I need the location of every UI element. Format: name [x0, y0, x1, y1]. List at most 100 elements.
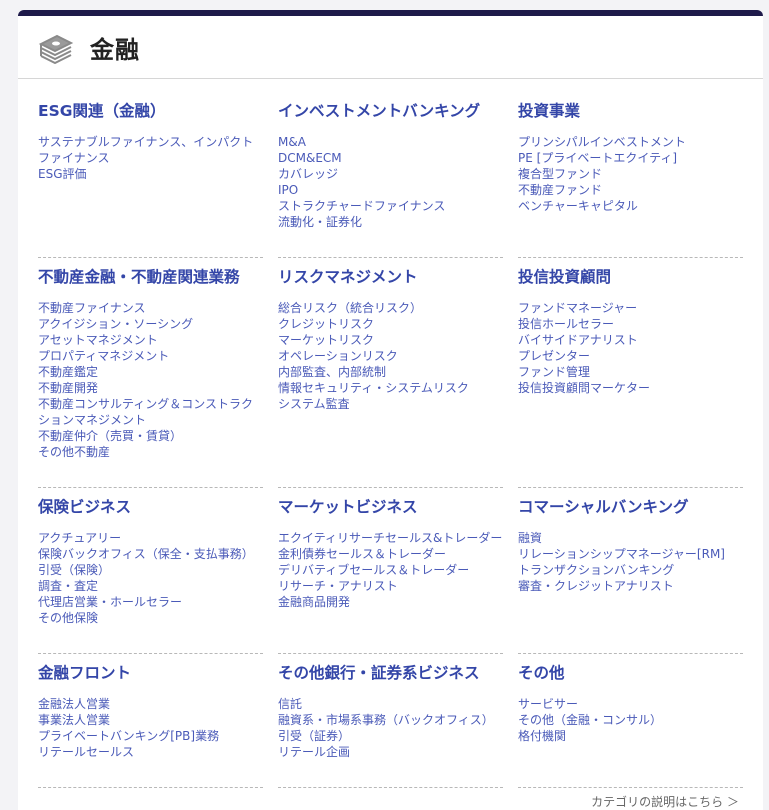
- category-item-link[interactable]: 引受（証券）: [278, 728, 503, 744]
- category-item-link[interactable]: 情報セキュリティ・システムリスク: [278, 380, 503, 396]
- category-item-list: M&A DCM&ECM カバレッジ IPO ストラクチャードファイナンス 流動化・証券化: [278, 134, 503, 230]
- category-item-link[interactable]: 不動産仲介（売買・賃貸）: [38, 428, 263, 444]
- category-item-list: サービサー その他（金融・コンサル） 格付機関: [518, 696, 743, 744]
- category-description-link[interactable]: カテゴリの説明はこちら ＞: [591, 793, 739, 810]
- category-item-link[interactable]: プライベートバンキング[PB]業務: [38, 728, 263, 744]
- category-item-link[interactable]: その他保険: [38, 610, 263, 626]
- category-item-link[interactable]: PE [プライベートエクイティ]: [518, 150, 743, 166]
- category-item-list: アクチュアリー 保険バックオフィス（保全・支払事務） 引受（保険） 調査・査定 代理店営…: [38, 530, 263, 626]
- category-item-link[interactable]: ESG評価: [38, 166, 263, 182]
- category-item-link[interactable]: ファンドマネージャー: [518, 300, 743, 316]
- category-item-link[interactable]: 流動化・証券化: [278, 214, 503, 230]
- category-item-link[interactable]: バイサイドアナリスト: [518, 332, 743, 348]
- category-section: 金融フロント 金融法人営業 事業法人営業 プライベートバンキング[PB]業務 リテールセ…: [38, 654, 263, 788]
- category-grid: ESG関連（金融） サステナブルファイナンス、インパクトファイナンス ESG評価 イン…: [38, 92, 743, 788]
- category-item-link[interactable]: システム監査: [278, 396, 503, 412]
- category-item-link[interactable]: 内部監査、内部統制: [278, 364, 503, 380]
- category-section: リスクマネジメント 総合リスク（統合リスク） クレジットリスク マーケットリスク オペレ…: [278, 258, 503, 488]
- category-item-link[interactable]: サステナブルファイナンス、インパクトファイナンス: [38, 134, 263, 166]
- category-item-link[interactable]: 事業法人営業: [38, 712, 263, 728]
- category-item-link[interactable]: DCM&ECM: [278, 150, 503, 166]
- category-title[interactable]: ESG関連（金融）: [38, 102, 263, 120]
- category-item-link[interactable]: アクチュアリー: [38, 530, 263, 546]
- category-item-link[interactable]: トランザクションバンキング: [518, 562, 743, 578]
- category-item-link[interactable]: 信託: [278, 696, 503, 712]
- category-section: その他銀行・証券系ビジネス 信託 融資系・市場系事務（バックオフィス） 引受（証券）リ…: [278, 654, 503, 788]
- category-item-link[interactable]: 金利債券セールス＆トレーダー: [278, 546, 503, 562]
- category-item-list: サステナブルファイナンス、インパクトファイナンス ESG評価: [38, 134, 263, 182]
- category-item-link[interactable]: 不動産鑑定: [38, 364, 263, 380]
- category-item-link[interactable]: ファンド管理: [518, 364, 743, 380]
- category-item-link[interactable]: マーケットリスク: [278, 332, 503, 348]
- category-item-link[interactable]: 引受（保険）: [38, 562, 263, 578]
- category-title[interactable]: コマーシャルバンキング: [518, 498, 743, 516]
- category-item-link[interactable]: IPO: [278, 182, 503, 198]
- category-item-link[interactable]: カバレッジ: [278, 166, 503, 182]
- category-item-link[interactable]: ストラクチャードファイナンス: [278, 198, 503, 214]
- category-item-link[interactable]: プリンシパルインベストメント: [518, 134, 743, 150]
- category-section: 投信投資顧問 ファンドマネージャー 投信ホールセラー バイサイドアナリスト プレゼンター…: [518, 258, 743, 488]
- category-item-link[interactable]: プレゼンター: [518, 348, 743, 364]
- category-section: マーケットビジネス エクイティリサーチセールス&トレーダー 金利債券セールス＆トレー…: [278, 488, 503, 654]
- category-item-list: 信託 融資系・市場系事務（バックオフィス） 引受（証券） リテール企画: [278, 696, 503, 760]
- category-item-list: エクイティリサーチセールス&トレーダー 金利債券セールス＆トレーダー デリバティブセ…: [278, 530, 503, 610]
- category-item-link[interactable]: 格付機関: [518, 728, 743, 744]
- category-item-link[interactable]: アセットマネジメント: [38, 332, 263, 348]
- category-section: インベストメントバンキング M&A DCM&ECM カバレッジ IPO ストラクチャードフ…: [278, 92, 503, 258]
- category-item-link[interactable]: 金融法人営業: [38, 696, 263, 712]
- category-item-link[interactable]: デリバティブセールス＆トレーダー: [278, 562, 503, 578]
- category-title[interactable]: 金融フロント: [38, 664, 263, 682]
- category-section: ESG関連（金融） サステナブルファイナンス、インパクトファイナンス ESG評価: [38, 92, 263, 258]
- category-item-link[interactable]: 融資: [518, 530, 743, 546]
- category-item-link[interactable]: 金融商品開発: [278, 594, 503, 610]
- category-item-link[interactable]: リテール企画: [278, 744, 503, 760]
- category-title[interactable]: その他: [518, 664, 743, 682]
- category-item-link[interactable]: その他不動産: [38, 444, 263, 460]
- category-item-link[interactable]: 代理店営業・ホールセラー: [38, 594, 263, 610]
- category-item-link[interactable]: ベンチャーキャピタル: [518, 198, 743, 214]
- category-item-list: 金融法人営業 事業法人営業 プライベートバンキング[PB]業務 リテールセールス: [38, 696, 263, 760]
- category-item-link[interactable]: 不動産開発: [38, 380, 263, 396]
- category-title[interactable]: リスクマネジメント: [278, 268, 503, 286]
- category-item-link[interactable]: 保険バックオフィス（保全・支払事務）: [38, 546, 263, 562]
- category-item-link[interactable]: 不動産ファンド: [518, 182, 743, 198]
- category-section: 投資事業プリンシパルインベストメント PE [プライベートエクイティ] 複合型ファン…: [518, 92, 743, 258]
- category-item-list: ファンドマネージャー 投信ホールセラー バイサイドアナリスト プレゼンター ファンド管理…: [518, 300, 743, 396]
- category-item-link[interactable]: アクイジション・ソーシング: [38, 316, 263, 332]
- category-item-link[interactable]: リレーションシップマネージャー[RM]: [518, 546, 743, 562]
- category-title[interactable]: 不動産金融・不動産関連業務: [38, 268, 263, 286]
- page-title: 金融: [90, 35, 140, 64]
- category-section: 不動産金融・不動産関連業務 不動産ファイナンス アクイジション・ソーシング アセットマ…: [38, 258, 263, 488]
- category-title[interactable]: その他銀行・証券系ビジネス: [278, 664, 503, 682]
- category-title[interactable]: インベストメントバンキング: [278, 102, 503, 120]
- category-section: コマーシャルバンキング 融資 リレーションシップマネージャー[RM] トランザクション…: [518, 488, 743, 654]
- category-item-link[interactable]: エクイティリサーチセールス&トレーダー: [278, 530, 503, 546]
- category-item-link[interactable]: その他（金融・コンサル）: [518, 712, 743, 728]
- category-item-link[interactable]: 投信ホールセラー: [518, 316, 743, 332]
- finance-card: 金融 ESG関連（金融） サステナブルファイナンス、インパクトファイナンス ESG評…: [18, 10, 763, 810]
- category-item-link[interactable]: リサーチ・アナリスト: [278, 578, 503, 594]
- category-item-list: 総合リスク（統合リスク） クレジットリスク マーケットリスク オペレーションリスク 内部…: [278, 300, 503, 412]
- category-item-link[interactable]: リテールセールス: [38, 744, 263, 760]
- category-title[interactable]: 投資事業: [518, 102, 743, 120]
- category-item-link[interactable]: 融資系・市場系事務（バックオフィス）: [278, 712, 503, 728]
- category-item-list: プリンシパルインベストメント PE [プライベートエクイティ] 複合型ファンド 不動産…: [518, 134, 743, 214]
- money-stack-icon: [38, 30, 74, 65]
- category-item-link[interactable]: オペレーションリスク: [278, 348, 503, 364]
- category-item-link[interactable]: プロパティマネジメント: [38, 348, 263, 364]
- category-item-link[interactable]: 不動産コンサルティング＆コンストラクションマネジメント: [38, 396, 263, 428]
- category-item-link[interactable]: 審査・クレジットアナリスト: [518, 578, 743, 594]
- category-item-link[interactable]: 複合型ファンド: [518, 166, 743, 182]
- category-item-link[interactable]: サービサー: [518, 696, 743, 712]
- category-section: その他サービサー その他（金融・コンサル） 格付機関: [518, 654, 743, 788]
- category-title[interactable]: 保険ビジネス: [38, 498, 263, 516]
- category-item-link[interactable]: M&A: [278, 134, 503, 150]
- category-item-link[interactable]: 総合リスク（統合リスク）: [278, 300, 503, 316]
- category-item-link[interactable]: 不動産ファイナンス: [38, 300, 263, 316]
- category-item-link[interactable]: 調査・査定: [38, 578, 263, 594]
- category-item-list: 融資 リレーションシップマネージャー[RM] トランザクションバンキング 審査・クレジ…: [518, 530, 743, 594]
- category-title[interactable]: 投信投資顧問: [518, 268, 743, 286]
- category-item-link[interactable]: 投信投資顧問マーケター: [518, 380, 743, 396]
- category-title[interactable]: マーケットビジネス: [278, 498, 503, 516]
- category-item-link[interactable]: クレジットリスク: [278, 316, 503, 332]
